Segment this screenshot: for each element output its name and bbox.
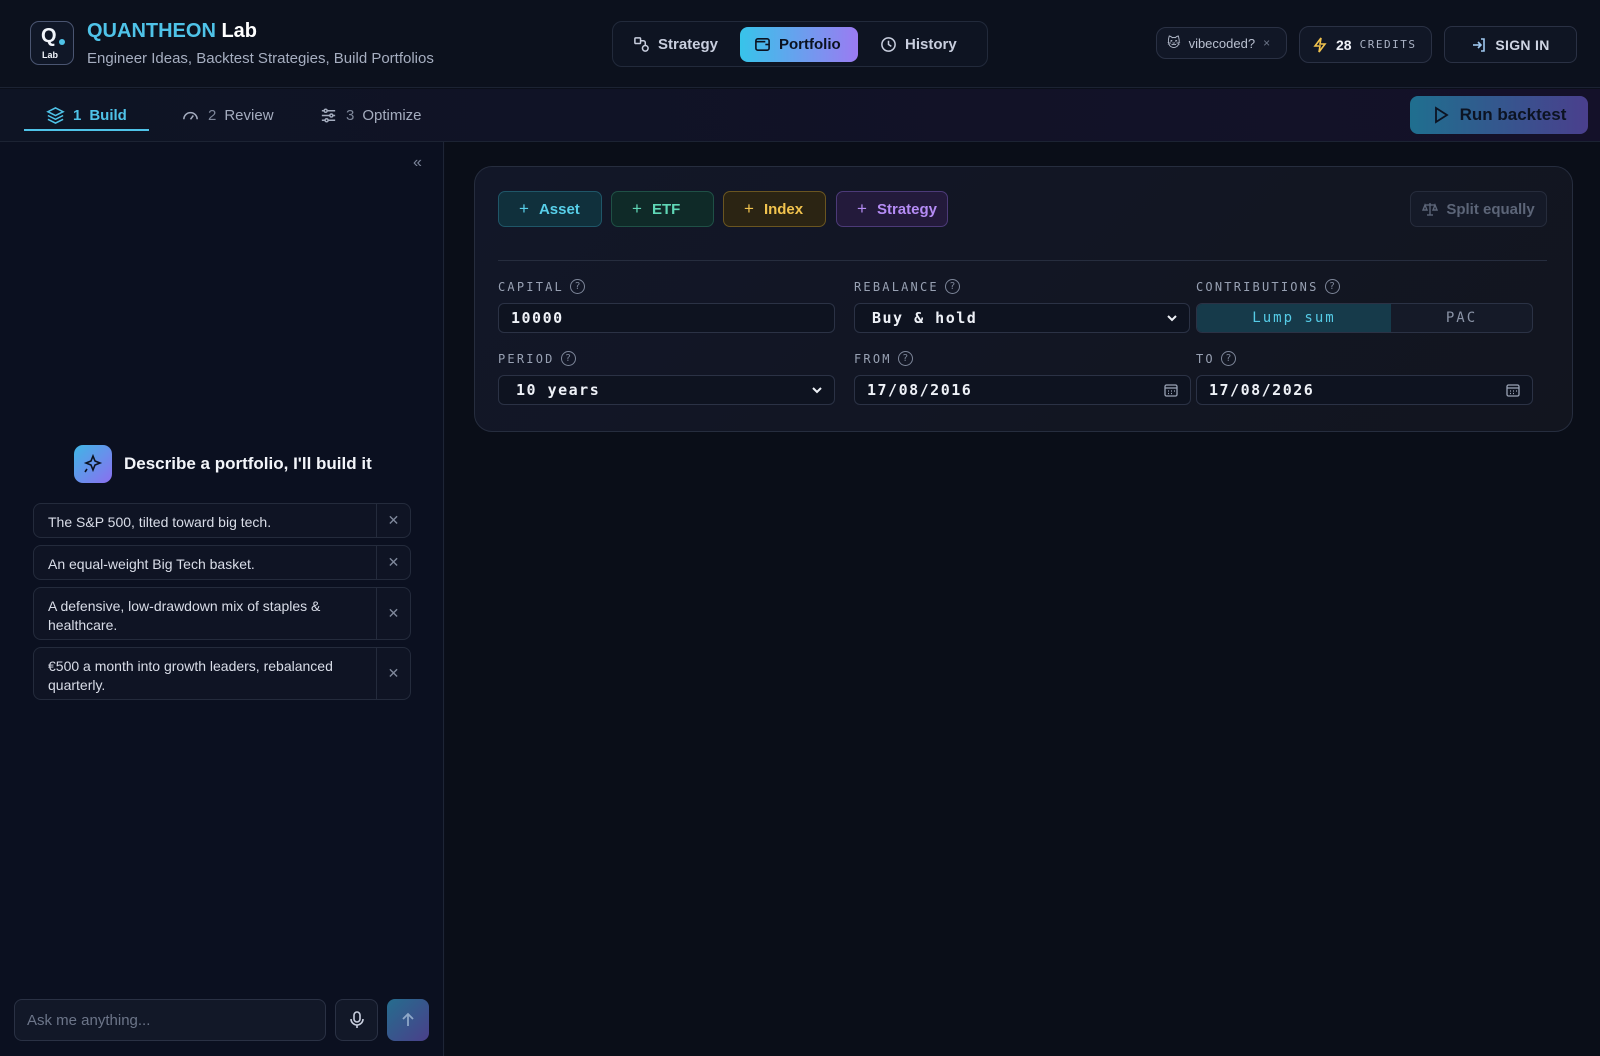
sparkles-icon <box>74 445 112 483</box>
add-index-button[interactable]: + Index <box>723 191 826 227</box>
help-icon[interactable]: ? <box>560 351 576 366</box>
play-icon <box>1434 106 1449 124</box>
credits-badge[interactable]: 28 CREDITS <box>1299 26 1432 63</box>
sign-in-button[interactable]: SIGN IN <box>1444 26 1577 63</box>
run-backtest-button[interactable]: Run backtest <box>1410 96 1588 134</box>
suggestion-item[interactable]: A defensive, low-drawdown mix of staples… <box>33 587 411 640</box>
logo-letter: Q <box>41 25 57 47</box>
rebalance-label: REBALANCE ? <box>854 279 960 294</box>
close-icon[interactable]: ✕ <box>376 588 410 639</box>
clock-icon <box>881 37 896 52</box>
chat-panel: « Describe a portfolio, I'll build it Th… <box>0 142 444 1056</box>
close-icon[interactable]: ✕ <box>376 546 410 579</box>
help-icon[interactable]: ? <box>944 279 960 294</box>
chevron-down-icon <box>1167 315 1177 322</box>
main-content: + Asset + ETF + Index + Strategy Split e… <box>445 142 1600 1056</box>
step-review-tab[interactable]: 2 Review <box>181 89 274 141</box>
tagline: Engineer Ideas, Backtest Strategies, Bui… <box>87 50 434 67</box>
top-header: Q Lab QUANTHEON Lab Engineer Ideas, Back… <box>0 0 1600 88</box>
strategy-icon <box>634 37 649 52</box>
rebalance-select[interactable]: Buy & hold <box>854 303 1190 333</box>
capital-label: CAPITAL ? <box>498 279 585 294</box>
help-icon[interactable]: ? <box>1324 279 1340 294</box>
chat-input[interactable] <box>14 999 326 1041</box>
logo-sub: Lab <box>42 50 59 60</box>
sliders-icon <box>321 107 336 123</box>
capital-input[interactable]: 10000 <box>498 303 835 333</box>
add-asset-button[interactable]: + Asset <box>498 191 602 227</box>
microphone-icon <box>349 1011 364 1028</box>
plus-icon: + <box>632 199 642 218</box>
suggestion-item[interactable]: An equal-weight Big Tech basket. ✕ <box>33 545 411 580</box>
mode-strategy-button[interactable]: Strategy <box>619 27 732 62</box>
help-icon[interactable]: ? <box>897 351 913 366</box>
from-date-input[interactable]: 17/08/2016 <box>854 375 1191 405</box>
contributions-label: CONTRIBUTIONS ? <box>1196 279 1340 294</box>
from-label: FROM ? <box>854 351 913 366</box>
close-icon[interactable]: × <box>1263 36 1270 50</box>
send-button[interactable] <box>387 999 429 1041</box>
lightning-icon <box>1313 37 1327 52</box>
add-strategy-button[interactable]: + Strategy <box>836 191 948 227</box>
help-icon[interactable]: ? <box>569 279 585 294</box>
vibecoded-badge[interactable]: 🐱 vibecoded? × <box>1156 27 1287 59</box>
step-build-tab[interactable]: 1 Build <box>24 89 149 141</box>
plus-icon: + <box>857 199 867 218</box>
chat-title: Describe a portfolio, I'll build it <box>124 454 372 473</box>
scale-icon <box>1422 203 1439 216</box>
steps-bar: 1 Build 2 Review 3 Optimize Run backtest <box>0 89 1600 142</box>
wallet-icon <box>755 38 770 51</box>
cat-icon: 🐱 <box>1167 35 1181 50</box>
pac-option[interactable]: PAC <box>1391 304 1532 332</box>
collapse-panel-icon[interactable]: « <box>413 154 422 172</box>
lump-sum-option[interactable]: Lump sum <box>1197 304 1391 332</box>
credits-label: CREDITS <box>1359 38 1417 51</box>
close-icon[interactable]: ✕ <box>376 648 410 699</box>
add-etf-button[interactable]: + ETF <box>611 191 714 227</box>
plus-icon: + <box>519 199 529 218</box>
divider <box>498 260 1547 261</box>
mode-history-button[interactable]: History <box>866 27 971 62</box>
suggestion-item[interactable]: €500 a month into growth leaders, rebala… <box>33 647 411 700</box>
to-label: TO ? <box>1196 351 1236 366</box>
step-optimize-tab[interactable]: 3 Optimize <box>319 89 422 141</box>
logo-dot <box>59 39 65 45</box>
mode-switcher: Strategy Portfolio History <box>612 21 988 67</box>
sign-in-icon <box>1473 37 1486 52</box>
gauge-icon <box>183 111 198 120</box>
contributions-toggle: Lump sum PAC <box>1196 303 1533 333</box>
microphone-button[interactable] <box>335 999 378 1041</box>
calendar-icon[interactable] <box>1506 383 1520 397</box>
plus-icon: + <box>744 199 754 218</box>
portfolio-config-card: + Asset + ETF + Index + Strategy Split e… <box>474 166 1573 432</box>
period-select[interactable]: 10 years <box>498 375 835 405</box>
mode-portfolio-button[interactable]: Portfolio <box>740 27 858 62</box>
arrow-up-icon <box>402 1012 414 1026</box>
chevron-down-icon <box>812 387 822 394</box>
help-icon[interactable]: ? <box>1220 351 1236 366</box>
to-date-input[interactable]: 17/08/2026 <box>1196 375 1533 405</box>
brand-name: QUANTHEON Lab <box>87 20 258 42</box>
layers-icon <box>46 106 65 124</box>
close-icon[interactable]: ✕ <box>376 504 410 537</box>
split-equally-button[interactable]: Split equally <box>1410 191 1547 227</box>
app-logo[interactable]: Q Lab <box>30 21 74 65</box>
suggestion-item[interactable]: The S&P 500, tilted toward big tech. ✕ <box>33 503 411 538</box>
period-label: PERIOD ? <box>498 351 576 366</box>
calendar-icon[interactable] <box>1164 383 1178 397</box>
credits-count: 28 <box>1336 36 1352 53</box>
